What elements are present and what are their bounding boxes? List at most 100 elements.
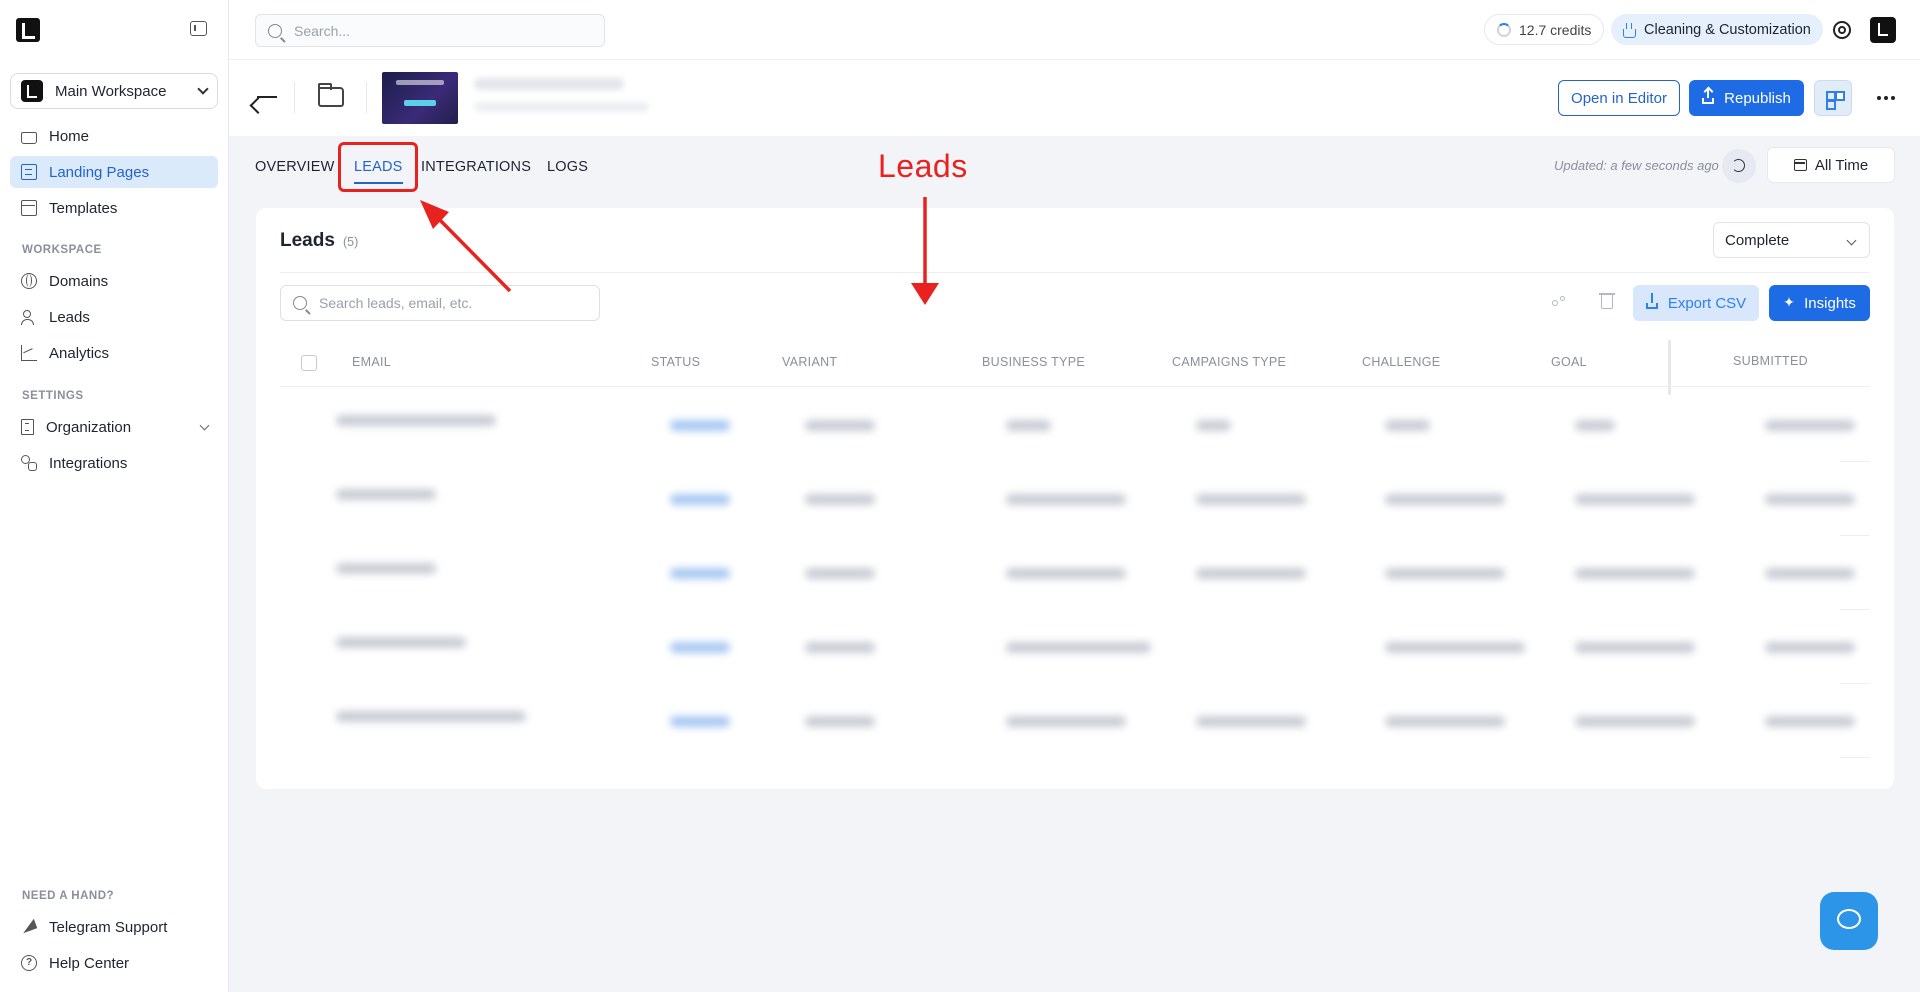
qr-code-icon[interactable] [1814,80,1852,116]
redacted-cell [336,489,436,500]
redacted-cell [1765,716,1855,727]
republish-button[interactable]: Republish [1689,80,1804,116]
sidebar-item-templates[interactable]: Templates [10,192,218,224]
global-search[interactable] [255,14,605,47]
redacted-cell [1765,568,1855,579]
leads-search-input[interactable] [319,295,579,311]
redacted-cell [1196,568,1306,579]
divider [280,386,1870,387]
sidebar-item-integrations[interactable]: Integrations [10,447,218,479]
redacted-cell [1385,420,1430,431]
column-header-email[interactable]: EMAIL [352,355,391,369]
home-icon [21,131,37,144]
credits-label: 12.7 credits [1519,21,1592,38]
table-row[interactable] [280,610,1870,684]
date-range-label: All Time [1814,156,1869,174]
column-header-submitted[interactable]: SUBMITTED [1733,354,1808,368]
leads-card: Leads (5) Complete Export CSV Insights E… [256,208,1894,789]
date-range-button[interactable]: All Time [1767,147,1895,183]
sidebar-item-leads[interactable]: Leads [10,301,218,333]
table-row[interactable] [280,684,1870,758]
leads-count: (5) [343,235,359,249]
sidebar-item-landing-pages[interactable]: Landing Pages [10,156,218,188]
redacted-cell [336,563,436,574]
credits-badge[interactable]: 12.7 credits [1484,14,1605,45]
divider [280,272,1870,273]
column-header-goal[interactable]: GOAL [1551,355,1587,369]
annotation-label: Leads [878,148,968,184]
sidebar-item-label: Organization [46,418,132,436]
sidebar-item-help-center[interactable]: ? Help Center [10,947,218,979]
workspace-switcher[interactable]: Main Workspace [10,73,218,109]
search-icon [268,23,282,38]
templates-icon [21,200,37,216]
table-row[interactable] [280,536,1870,610]
sidebar-item-domains[interactable]: Domains [10,265,218,297]
insights-button[interactable]: Insights [1769,285,1870,321]
mode-pill[interactable]: Cleaning & Customization [1611,14,1823,45]
column-header-challenge[interactable]: CHALLENGE [1362,355,1440,369]
sidebar-item-label: Analytics [49,344,110,362]
redacted-cell [336,415,496,426]
mode-label: Cleaning & Customization [1644,21,1811,38]
sidebar-item-label: Telegram Support [49,918,168,936]
redacted-cell [336,637,466,648]
status-filter-select[interactable]: Complete [1713,222,1870,258]
app-logo-icon[interactable] [16,18,40,42]
column-header-status[interactable]: STATUS [651,355,700,369]
redacted-cell [1006,642,1151,653]
redacted-cell [670,494,730,505]
gear-icon[interactable] [1833,21,1851,39]
avatar[interactable] [1870,17,1896,43]
integrations-icon [21,455,37,471]
redacted-cell [1196,716,1306,727]
page-url-redacted [474,102,649,112]
sidebar-collapse-icon[interactable] [190,21,207,36]
chat-support-icon[interactable] [1820,892,1878,950]
folder-icon[interactable] [318,83,344,107]
redacted-cell [1196,494,1306,505]
sidebar-item-organization[interactable]: Organization [10,411,218,443]
flask-icon [1623,22,1636,38]
section-label-help: NEED A HAND? [22,890,115,902]
page-thumbnail[interactable] [382,72,458,124]
trash-icon[interactable] [1599,293,1615,309]
column-header-campaigns-type[interactable]: CAMPAIGNS TYPE [1172,355,1286,369]
sidebar-item-label: Domains [49,272,109,290]
column-header-business-type[interactable]: BUSINESS TYPE [982,355,1085,369]
section-label-workspace: WORKSPACE [22,244,102,256]
send-icon [21,919,37,935]
redacted-cell [1765,494,1855,505]
leads-search[interactable] [280,285,600,321]
sidebar-item-analytics[interactable]: Analytics [10,337,218,369]
table-row[interactable] [280,388,1870,462]
open-in-editor-button[interactable]: Open in Editor [1558,80,1680,116]
building-icon [21,419,34,435]
tab-overview[interactable]: OVERVIEW [255,159,335,175]
redacted-cell [1196,420,1231,431]
divider [1840,757,1870,758]
tab-integrations[interactable]: INTEGRATIONS [421,159,531,175]
redacted-cell [1575,494,1695,505]
sidebar-item-home[interactable]: Home [10,120,218,152]
sidebar-item-telegram-support[interactable]: Telegram Support [10,911,218,943]
tab-logs[interactable]: LOGS [547,159,588,175]
select-all-checkbox[interactable] [301,355,317,371]
column-header-variant[interactable]: VARIANT [782,355,837,369]
sparkle-icon [1783,294,1796,311]
share-icon[interactable] [1552,296,1566,310]
redacted-cell [1575,642,1695,653]
global-search-input[interactable] [294,22,574,39]
chevron-down-icon [199,420,210,431]
more-options-icon[interactable] [1877,96,1881,100]
back-arrow-icon[interactable] [257,96,277,98]
refresh-icon[interactable] [1722,149,1756,183]
export-csv-button[interactable]: Export CSV [1633,285,1759,321]
table-row[interactable] [280,462,1870,536]
redacted-cell [1575,716,1695,727]
redacted-cell [1006,716,1126,727]
redacted-cell [336,711,526,722]
redacted-cell [1765,642,1855,653]
section-label-settings: SETTINGS [22,390,84,402]
search-icon [293,296,307,310]
